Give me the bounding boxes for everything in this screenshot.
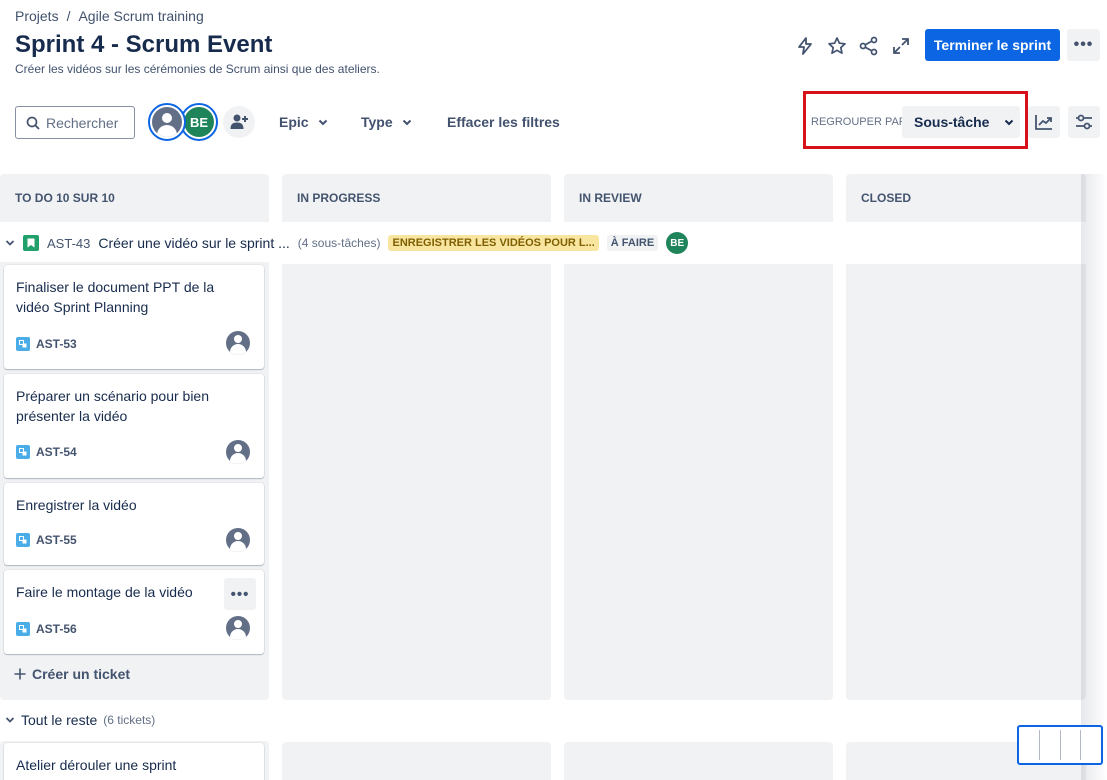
subtask-icon	[16, 445, 30, 459]
issue-card[interactable]: Faire le montage de la vidéo ••• AST-56	[4, 570, 264, 654]
page-title: Sprint 4 - Scrum Event	[15, 31, 273, 58]
card-title: Préparer un scénario pour bien présenter…	[16, 388, 210, 424]
epic-lozenge: ENREGISTRER LES VIDÉOS POUR L...	[388, 235, 599, 251]
column-in-progress-body	[282, 742, 551, 780]
breadcrumb-project-link[interactable]: Agile Scrum training	[78, 8, 203, 24]
subtask-icon	[16, 337, 30, 351]
card-key: AST-54	[36, 445, 77, 459]
minimap-column	[1081, 730, 1101, 760]
swimlane-other-header[interactable]: Tout le reste (6 tickets)	[5, 712, 155, 728]
chevron-down-icon	[1005, 119, 1014, 126]
minimap-column	[1040, 730, 1061, 760]
type-filter-label: Type	[361, 114, 393, 130]
search-placeholder: Rechercher	[46, 114, 119, 131]
board-minimap[interactable]	[1017, 725, 1103, 765]
column-header-in-review: IN REVIEW	[564, 174, 833, 222]
unassigned-avatar-icon[interactable]	[226, 528, 250, 552]
sliders-icon	[1076, 114, 1092, 130]
chevron-down-icon	[402, 119, 411, 126]
insights-button[interactable]	[1028, 106, 1060, 138]
swimlane-other-count: (6 tickets)	[103, 713, 156, 727]
column-header-todo: TO DO 10 SUR 10	[0, 174, 269, 222]
scroll-shadow	[1081, 174, 1107, 780]
clear-filters-button[interactable]: Effacer les filtres	[447, 106, 560, 138]
card-key-row: AST-56	[16, 622, 77, 636]
card-title: Atelier dérouler une sprint	[16, 757, 177, 773]
sprint-goal: Créer les vidéos sur les cérémonies de S…	[15, 62, 380, 76]
status-lozenge: À FAIRE	[606, 235, 659, 251]
unassigned-avatar-icon[interactable]	[226, 616, 250, 640]
card-title: Finaliser le document PPT de la vidéo Sp…	[16, 279, 215, 315]
view-settings-button[interactable]	[1068, 106, 1100, 138]
epic-filter-dropdown[interactable]: Epic	[279, 106, 329, 138]
group-by-label: REGROUPER PAR	[811, 116, 907, 128]
unassigned-avatar-icon[interactable]	[226, 331, 250, 355]
card-title: Enregistrer la vidéo	[16, 497, 137, 513]
card-key-row: AST-54	[16, 445, 77, 459]
avatar-filter-unassigned[interactable]	[148, 103, 186, 141]
swimlane-header[interactable]: AST-43 Créer une vidéo sur le sprint ...…	[5, 232, 689, 254]
issue-card[interactable]: Enregistrer la vidéo AST-55	[4, 483, 264, 565]
automation-lightning-icon[interactable]	[791, 32, 819, 60]
more-actions-button[interactable]: •••	[1067, 29, 1100, 61]
add-people-button[interactable]	[223, 106, 255, 138]
column-in-progress-body	[282, 264, 551, 700]
story-icon	[23, 235, 39, 251]
subtask-icon	[16, 622, 30, 636]
group-by-value: Sous-tâche	[914, 114, 990, 130]
column-header-in-progress: IN PROGRESS	[282, 174, 551, 222]
card-key: AST-56	[36, 622, 77, 636]
column-header-closed: CLOSED	[846, 174, 1086, 222]
card-title: Faire le montage de la vidéo	[16, 584, 193, 600]
group-by-select[interactable]: Sous-tâche	[902, 106, 1020, 138]
chevron-down-icon	[5, 240, 15, 246]
parent-issue-title[interactable]: Créer une vidéo sur le sprint ...	[98, 235, 289, 251]
swimlane-other-title: Tout le reste	[21, 712, 98, 728]
create-ticket-label: Créer un ticket	[32, 666, 131, 682]
plus-icon	[14, 668, 26, 680]
issue-card[interactable]: Atelier dérouler une sprint	[4, 743, 264, 780]
breadcrumb-projects-link[interactable]: Projets	[15, 8, 59, 24]
card-key: AST-53	[36, 337, 77, 351]
chevron-down-icon	[318, 119, 327, 126]
search-input[interactable]: Rechercher	[15, 106, 135, 139]
search-icon	[26, 116, 40, 130]
type-filter-dropdown[interactable]: Type	[361, 106, 413, 138]
user-icon	[152, 107, 182, 137]
add-person-icon	[230, 114, 248, 129]
column-in-review-body	[564, 264, 833, 700]
breadcrumb: Projets / Agile Scrum training	[15, 8, 204, 24]
epic-filter-label: Epic	[279, 114, 309, 130]
parent-issue-key[interactable]: AST-43	[47, 236, 90, 251]
issue-card[interactable]: Finaliser le document PPT de la vidéo Sp…	[4, 265, 264, 369]
card-key: AST-55	[36, 533, 77, 547]
card-more-actions-button[interactable]: •••	[224, 578, 256, 610]
star-icon[interactable]	[823, 32, 851, 60]
create-ticket-button[interactable]: Créer un ticket	[14, 666, 130, 682]
share-icon[interactable]	[855, 32, 883, 60]
breadcrumb-separator: /	[66, 8, 71, 24]
assignee-avatar[interactable]: BE	[666, 232, 689, 254]
column-in-review-body	[564, 742, 833, 780]
issue-card[interactable]: Préparer un scénario pour bien présenter…	[4, 374, 264, 478]
card-key-row: AST-53	[16, 337, 77, 351]
subtask-count: (4 sous-tâches)	[297, 236, 381, 250]
fullscreen-icon[interactable]	[887, 32, 915, 60]
minimap-column	[1019, 730, 1040, 760]
complete-sprint-button[interactable]: Terminer le sprint	[925, 29, 1060, 61]
subtask-icon	[16, 533, 30, 547]
column-closed-body	[846, 264, 1086, 700]
card-key-row: AST-55	[16, 533, 77, 547]
avatar-initials: BE	[184, 107, 214, 137]
trend-chart-icon	[1035, 115, 1052, 130]
chevron-down-icon	[5, 717, 15, 723]
unassigned-avatar-icon[interactable]	[226, 440, 250, 464]
minimap-column	[1061, 730, 1082, 760]
